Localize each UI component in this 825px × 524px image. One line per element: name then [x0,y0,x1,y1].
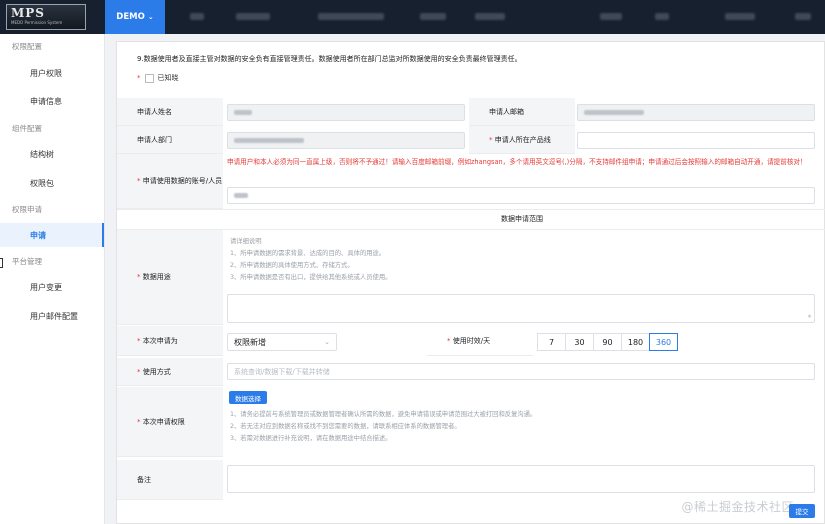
logo-title: MPS [11,6,45,20]
collapse-handle[interactable] [0,258,3,268]
redacted-nav-item [795,13,811,20]
sidebar-item-user-permissions[interactable]: 用户权限 [0,61,104,85]
chevron-down-icon: ⌄ [147,13,154,21]
product-line-input[interactable] [577,132,815,149]
submit-button[interactable]: 提交 [789,504,815,518]
applicant-name-field [227,104,465,121]
redacted-nav-item [420,13,446,20]
duration-option-7[interactable]: 7 [537,333,566,351]
duration-option-30[interactable]: 30 [565,333,594,351]
redacted-nav-item [600,13,622,20]
env-switcher[interactable]: DEMO ⌄ [105,0,165,34]
redacted-nav-item [236,13,270,20]
sidebar-item-user-change[interactable]: 用户变更 [0,275,104,299]
duration-label: * 使用时效/天 [427,326,533,356]
redacted-nav-item [725,13,755,20]
duration-option-360[interactable]: 360 [649,333,678,351]
env-label: DEMO [116,12,145,22]
resize-grip-icon[interactable]: ∗ [807,314,812,320]
remark-textarea[interactable] [227,465,815,493]
sidebar-group-permission-config: 权限配置 [12,42,42,51]
sidebar-group-platform-admin: 平台管理 [12,257,42,266]
usage-input[interactable]: 系统查询/数据下载/下载并转储 [227,363,815,380]
usage-placeholder: 系统查询/数据下载/下载并转储 [234,367,330,376]
sidebar-group-permission-apply: 权限申请 [12,205,42,214]
sidebar-item-structure-tree[interactable]: 结构树 [0,142,104,166]
purpose-hints: 请详细说明 1、所申请数据的需求背景、达成的目的、具体的用途。 2、所申请数据的… [230,238,392,281]
sidebar-item-permission-package[interactable]: 权限包 [0,171,104,195]
apply-type-label: * 本次申请为 [117,326,223,356]
sidebar-item-apply[interactable]: 申请 [0,223,104,247]
purpose-textarea[interactable]: ∗ [227,294,815,323]
redacted-nav-item [655,13,669,20]
sidebar-item-application-info[interactable]: 申请信息 [0,89,104,113]
duration-option-180[interactable]: 180 [621,333,650,351]
redacted-nav-item [318,13,384,20]
purpose-label: * 数据用途 [117,230,223,325]
permission-hints: 1、请务必提前与系统管理员或数据管理者确认所需的数据，避免申请错误或申请范围过大… [230,411,537,442]
duration-options: 7 30 90 180 360 [537,333,678,351]
acknowledge-checkbox-row[interactable]: * 已知晓 [137,73,179,83]
application-form: 9.数据使用者及直接主管对数据的安全负有直接管理责任。数据使用者所在部门总监对所… [116,41,825,524]
logo-subtitle: MEDO Permission System [11,20,63,25]
applicant-email-label: 申请人邮箱 [469,98,575,126]
top-bar: MPS MEDO Permission System DEMO ⌄ [0,0,825,34]
permission-label: * 本次申请权限 [117,387,223,457]
applicant-name-label: 申请人姓名 [117,98,223,126]
acknowledge-checkbox[interactable] [144,73,154,83]
sidebar-item-user-email-config[interactable]: 用户邮件配置 [0,304,104,328]
redacted-nav-item [475,13,505,20]
data-select-button[interactable]: 数据选择 [229,391,267,404]
applicant-dept-label: 申请人部门 [117,126,223,154]
app-logo[interactable]: MPS MEDO Permission System [6,4,86,30]
scope-section-title: 数据申请范围 [501,215,543,223]
usage-label: * 使用方式 [117,358,223,386]
redacted-nav-item [190,13,204,20]
chevron-down-icon: ⌄ [324,338,330,346]
divider [117,229,825,230]
product-line-label: * 申请人所在产品线 [469,126,575,154]
security-notice: 9.数据使用者及直接主管对数据的安全负有直接管理责任。数据使用者所在部门总监对所… [137,55,522,63]
remark-label: 备注 [117,460,223,500]
sidebar: 权限配置 用户权限 申请信息 组件配置 结构树 权限包 权限申请 申请 平台管理… [0,34,105,524]
account-input[interactable] [227,187,815,204]
sidebar-group-component-config: 组件配置 [12,124,42,133]
account-warning: 申请用户和本人必须为同一直属上级，否则将不予通过！请输入百度邮箱前缀，例如zha… [227,158,807,166]
account-label: * 申请使用数据的账号/人员 [117,154,223,209]
applicant-email-field [577,104,815,121]
apply-type-value: 权限新增 [234,337,266,347]
applicant-dept-field [227,132,465,149]
apply-type-select[interactable]: 权限新增 ⌄ [227,333,337,351]
duration-option-90[interactable]: 90 [593,333,622,351]
watermark: @稀土掘金技术社区 [681,500,794,514]
required-mark: * [137,74,141,82]
divider [117,209,825,210]
acknowledge-label: 已知晓 [157,74,179,82]
